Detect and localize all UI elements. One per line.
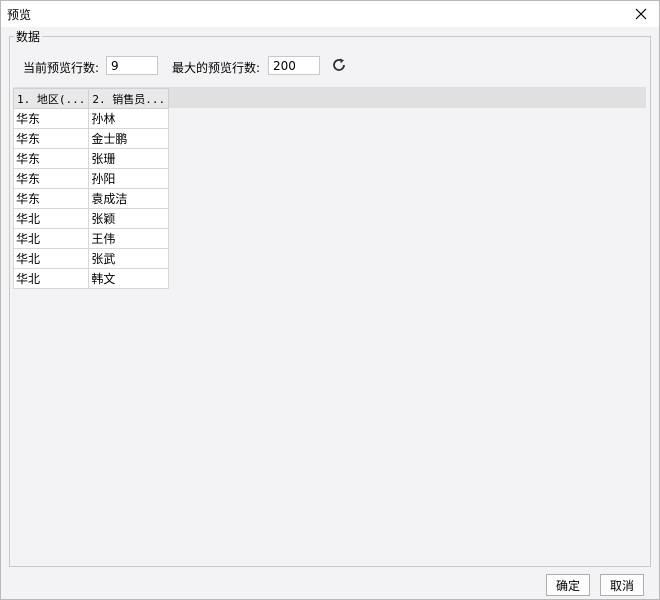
cell-region: 华北 (12, 228, 90, 249)
cancel-button[interactable]: 取消 (600, 574, 644, 596)
max-rows-label: 最大的预览行数: (172, 61, 261, 75)
table-row[interactable]: 华东 金士鹏 (12, 128, 170, 149)
current-rows-input[interactable] (106, 56, 158, 75)
cell-region: 华东 (12, 188, 90, 209)
cell-region: 华北 (12, 248, 90, 269)
current-rows-label: 当前预览行数: (23, 61, 100, 75)
preview-dialog: 预览 数据 当前预览行数: 最大的预览行数: 1. 地区(... (0, 0, 660, 600)
cell-salesperson: 张珊 (88, 148, 170, 169)
max-rows-input[interactable] (268, 56, 320, 75)
cell-salesperson: 孙林 (88, 108, 170, 129)
cell-salesperson: 袁成洁 (88, 188, 170, 209)
refresh-icon[interactable] (330, 56, 348, 74)
table-row[interactable]: 华东 孙林 (12, 108, 170, 129)
ok-button[interactable]: 确定 (546, 574, 590, 596)
group-label: 数据 (14, 28, 43, 45)
cell-region: 华北 (12, 208, 90, 229)
table-row[interactable]: 华北 张颖 (12, 208, 170, 229)
close-button[interactable] (627, 3, 655, 25)
window-title: 预览 (7, 8, 32, 22)
preview-table: 1. 地区(... 2. 销售员... 华东 孙林 华东 金士鹏 华东 张珊 华东 孙阳… (12, 88, 170, 289)
data-group: 数据 当前预览行数: 最大的预览行数: 1. 地区(... 2. 销售员... … (9, 28, 651, 567)
table-row[interactable]: 华东 袁成洁 (12, 188, 170, 209)
cell-region: 华东 (12, 168, 90, 189)
close-icon (635, 8, 647, 20)
table-row[interactable]: 华东 孙阳 (12, 168, 170, 189)
cell-salesperson: 张颖 (88, 208, 170, 229)
column-header-salesperson[interactable]: 2. 销售员... (88, 88, 170, 109)
cell-region: 华北 (12, 268, 90, 289)
cell-salesperson: 金士鹏 (88, 128, 170, 149)
cell-region: 华东 (12, 148, 90, 169)
table-row[interactable]: 华北 张武 (12, 248, 170, 269)
table-row[interactable]: 华北 韩文 (12, 268, 170, 289)
cell-salesperson: 韩文 (88, 268, 170, 289)
cell-region: 华东 (12, 108, 90, 129)
cell-region: 华东 (12, 128, 90, 149)
cell-salesperson: 王伟 (88, 228, 170, 249)
dialog-content: 数据 当前预览行数: 最大的预览行数: 1. 地区(... 2. 销售员... … (1, 27, 659, 599)
cell-salesperson: 张武 (88, 248, 170, 269)
column-header-region[interactable]: 1. 地区(... (12, 88, 90, 109)
table-row[interactable]: 华东 张珊 (12, 148, 170, 169)
table-row[interactable]: 华北 王伟 (12, 228, 170, 249)
title-bar: 预览 (1, 1, 659, 27)
cell-salesperson: 孙阳 (88, 168, 170, 189)
